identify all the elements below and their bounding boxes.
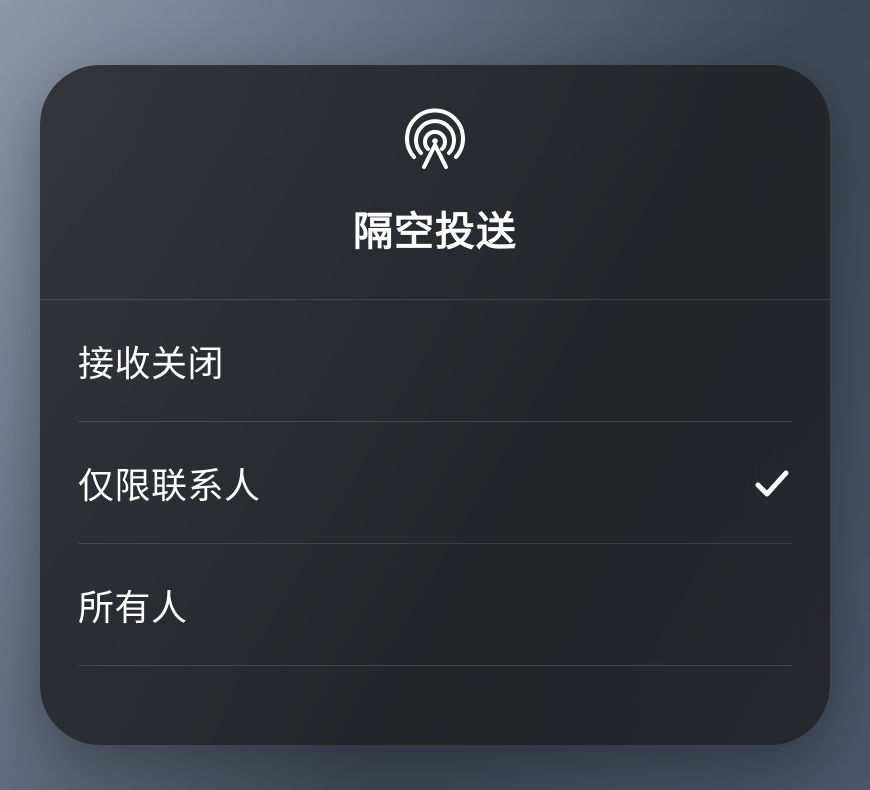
panel-title: 隔空投送	[353, 199, 517, 257]
option-receiving-off[interactable]: 接收关闭	[78, 300, 792, 422]
option-label: 仅限联系人	[78, 457, 261, 509]
option-label: 接收关闭	[78, 335, 224, 387]
panel-header: 隔空投送	[40, 65, 830, 300]
checkmark-icon	[752, 463, 792, 503]
option-contacts-only[interactable]: 仅限联系人	[78, 422, 792, 544]
option-label: 所有人	[78, 579, 188, 631]
options-list: 接收关闭 仅限联系人 所有人	[40, 300, 830, 666]
option-everyone[interactable]: 所有人	[78, 544, 792, 666]
airdrop-panel: 隔空投送 接收关闭 仅限联系人 所有人	[40, 65, 830, 745]
airdrop-icon	[403, 107, 467, 171]
